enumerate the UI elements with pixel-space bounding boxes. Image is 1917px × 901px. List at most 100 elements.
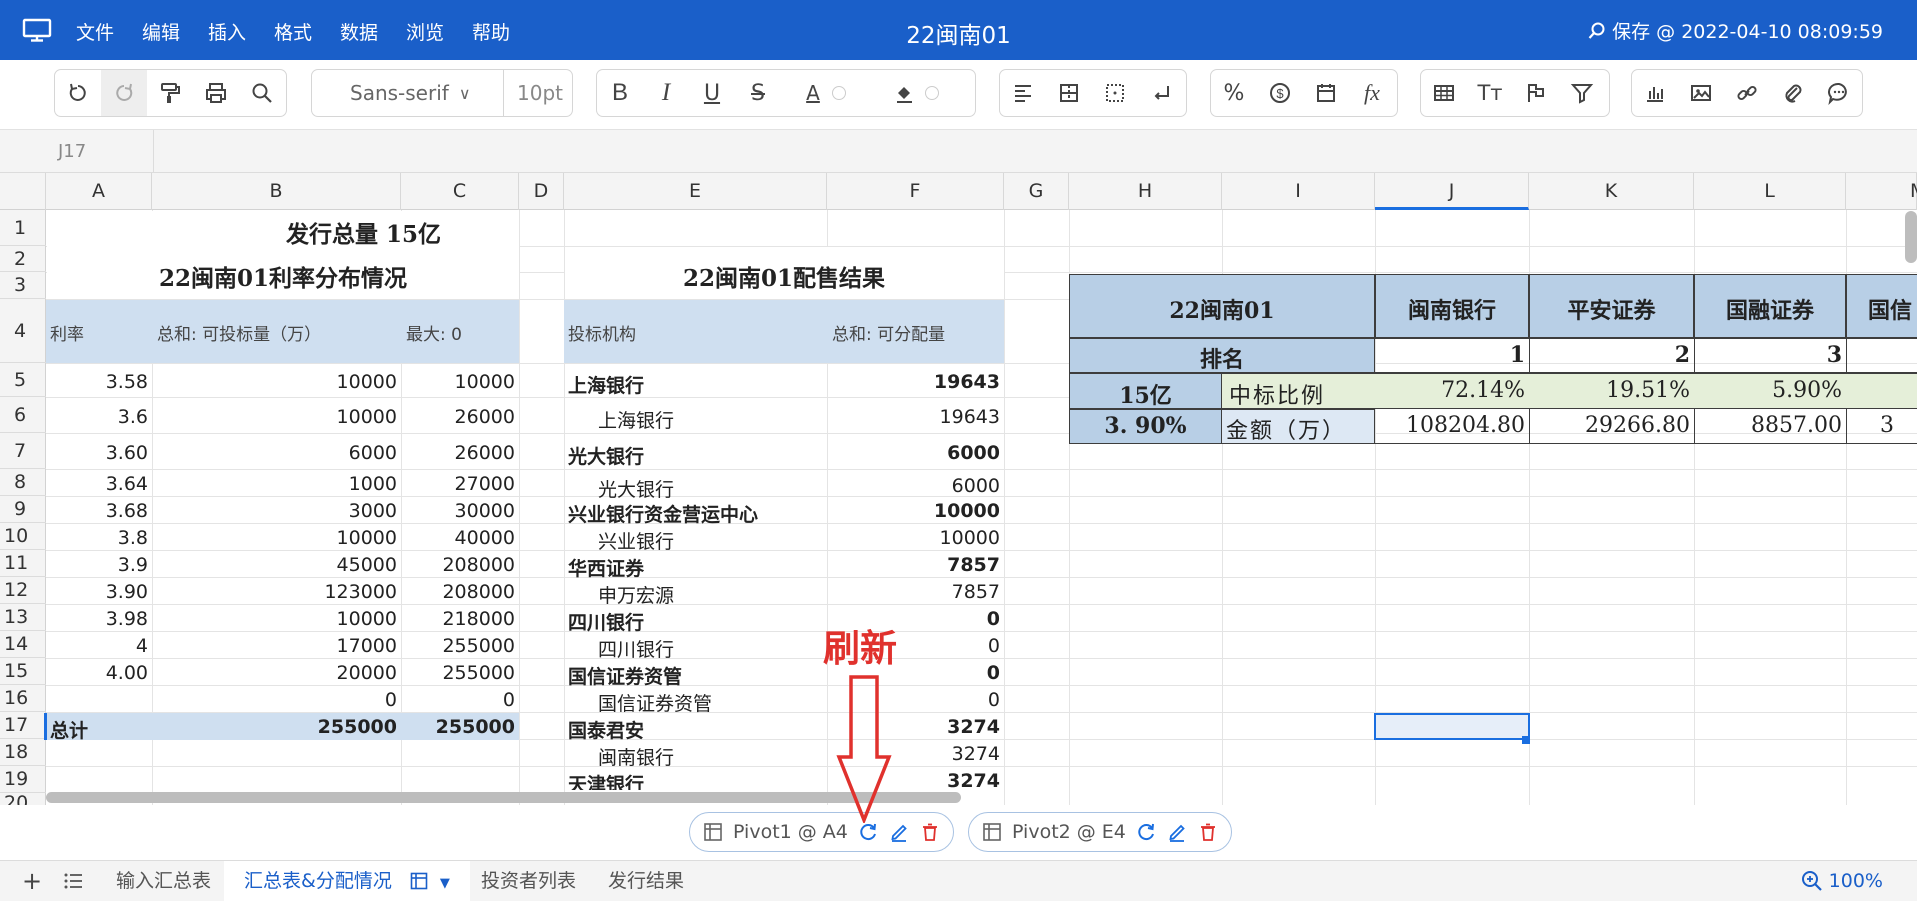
row-header[interactable]: 14 (0, 631, 46, 658)
coupon-rate-label[interactable]: 3. 90% (1069, 413, 1222, 439)
investor-name[interactable]: 光大银行 (598, 475, 674, 502)
max-cell[interactable]: 40000 (401, 527, 519, 549)
row-header[interactable]: 2 (0, 246, 46, 272)
undo-button[interactable] (55, 70, 101, 116)
rate-cell[interactable]: 3.58 (46, 371, 152, 393)
investor-name[interactable]: 国信证券资管 (598, 689, 712, 716)
row-header[interactable]: 1 (0, 210, 46, 246)
font-size-select[interactable]: 10pt (503, 69, 573, 117)
allocated-value[interactable]: 10000 (827, 500, 1004, 522)
row-header[interactable]: 17 (0, 712, 46, 739)
column-header[interactable]: E (564, 173, 827, 210)
amount-value[interactable]: 29266.80 (1529, 413, 1694, 438)
column-header[interactable]: I (1222, 173, 1375, 210)
add-sheet-icon[interactable]: + (22, 861, 42, 901)
amount-cell[interactable]: 10000 (152, 527, 401, 549)
max-cell[interactable]: 27000 (401, 473, 519, 495)
investor-name[interactable]: 四川银行 (568, 608, 644, 635)
italic-button[interactable]: I (643, 70, 689, 116)
print-button[interactable] (193, 70, 239, 116)
refresh-icon[interactable] (1135, 821, 1157, 843)
column-header[interactable]: M (1846, 173, 1917, 210)
date-button[interactable] (1303, 70, 1349, 116)
investor-name[interactable]: 上海银行 (568, 371, 644, 398)
ratio-value[interactable]: 19.51% (1529, 378, 1694, 403)
max-cell[interactable]: 208000 (401, 581, 519, 603)
edit-icon[interactable] (888, 821, 910, 843)
summary-header[interactable]: 平安证券 (1529, 293, 1694, 325)
vertical-scrollbar[interactable] (1905, 211, 1917, 263)
sheet-tab[interactable]: 发行结果 (608, 861, 684, 901)
attachment-button[interactable] (1770, 70, 1816, 116)
row-header[interactable]: 6 (0, 397, 46, 433)
allocated-value[interactable]: 6000 (827, 475, 1004, 497)
fill-handle[interactable] (1522, 736, 1530, 744)
amount-cell[interactable]: 10000 (152, 406, 401, 428)
max-cell[interactable]: 0 (401, 689, 519, 711)
max-cell[interactable]: 255000 (401, 635, 519, 657)
rate-cell[interactable]: 3.6 (46, 406, 152, 428)
pivot1-header-rate[interactable]: 利率 (50, 320, 84, 345)
redo-button[interactable] (101, 70, 147, 116)
total-max[interactable]: 255000 (401, 716, 519, 738)
allocated-value[interactable]: 6000 (827, 442, 1004, 464)
strikethrough-button[interactable]: S (735, 70, 781, 116)
text-size-button[interactable]: Tт (1467, 70, 1513, 116)
summary-header[interactable]: 国信 (1868, 293, 1917, 325)
row-header[interactable]: 8 (0, 469, 46, 496)
menu-file[interactable]: 文件 (76, 18, 142, 45)
allocated-value[interactable]: 19643 (827, 371, 1004, 393)
filter-button[interactable] (1559, 70, 1605, 116)
row-header[interactable]: 3 (0, 272, 46, 299)
max-cell[interactable]: 26000 (401, 406, 519, 428)
max-cell[interactable]: 26000 (401, 442, 519, 464)
merge-cells-button[interactable] (1046, 70, 1092, 116)
amount-value[interactable]: 3 (1880, 413, 1894, 438)
investor-name[interactable]: 光大银行 (568, 442, 644, 469)
rank-value[interactable]: 2 (1529, 342, 1694, 368)
column-header[interactable]: K (1529, 173, 1694, 210)
allocated-value[interactable]: 10000 (827, 527, 1004, 549)
rank-value[interactable]: 3 (1694, 342, 1846, 368)
amount-value[interactable]: 108204.80 (1375, 413, 1529, 438)
horizontal-scrollbar[interactable] (46, 792, 961, 803)
font-color-button[interactable]: A (781, 70, 871, 116)
amount-cell[interactable]: 10000 (152, 371, 401, 393)
caret-down-icon[interactable]: ▼ (440, 876, 450, 891)
ratio-label[interactable]: 中标比例 (1229, 378, 1325, 410)
refresh-icon[interactable] (857, 821, 879, 843)
menu-help[interactable]: 帮助 (472, 18, 538, 45)
investor-name[interactable]: 兴业银行 (598, 527, 674, 554)
image-button[interactable] (1678, 70, 1724, 116)
format-painter-button[interactable] (147, 70, 193, 116)
investor-name[interactable]: 天津银行 (568, 770, 644, 790)
investor-name[interactable]: 兴业银行资金营运中心 (568, 500, 758, 527)
bold-button[interactable]: B (597, 70, 643, 116)
pivot2-title[interactable]: 22闽南01配售结果 (564, 259, 1004, 293)
pivot2-header-investor[interactable]: 投标机构 (568, 320, 636, 345)
amount-cell[interactable]: 20000 (152, 662, 401, 684)
selected-cell[interactable] (1374, 713, 1530, 740)
rate-cell[interactable]: 3.68 (46, 500, 152, 522)
spreadsheet-grid[interactable]: A B C D E F G H I J K L M 1 2 3 4 5 6 7 … (0, 173, 1917, 805)
total-label[interactable]: 总计 (50, 716, 88, 743)
issue-total-title[interactable]: 发行总量 15亿 (286, 215, 441, 249)
rate-cell[interactable]: 4 (46, 635, 152, 657)
freeze-button[interactable] (1513, 70, 1559, 116)
column-header[interactable]: L (1694, 173, 1846, 210)
chart-button[interactable] (1632, 70, 1678, 116)
rank-label[interactable]: 排名 (1069, 342, 1375, 374)
menu-data[interactable]: 数据 (340, 18, 406, 45)
row-header[interactable]: 19 (0, 766, 46, 793)
row-header[interactable]: 4 (0, 299, 46, 363)
column-header[interactable]: C (401, 173, 519, 210)
amount-cell[interactable]: 10000 (152, 608, 401, 630)
column-header[interactable]: H (1069, 173, 1222, 210)
column-header-selected[interactable]: J (1375, 173, 1529, 210)
column-header[interactable]: B (152, 173, 401, 210)
total-amount[interactable]: 255000 (152, 716, 401, 738)
menu-insert[interactable]: 插入 (208, 18, 274, 45)
amount-cell[interactable]: 45000 (152, 554, 401, 576)
row-header[interactable]: 10 (0, 523, 46, 550)
investor-name[interactable]: 华西证券 (568, 554, 644, 581)
